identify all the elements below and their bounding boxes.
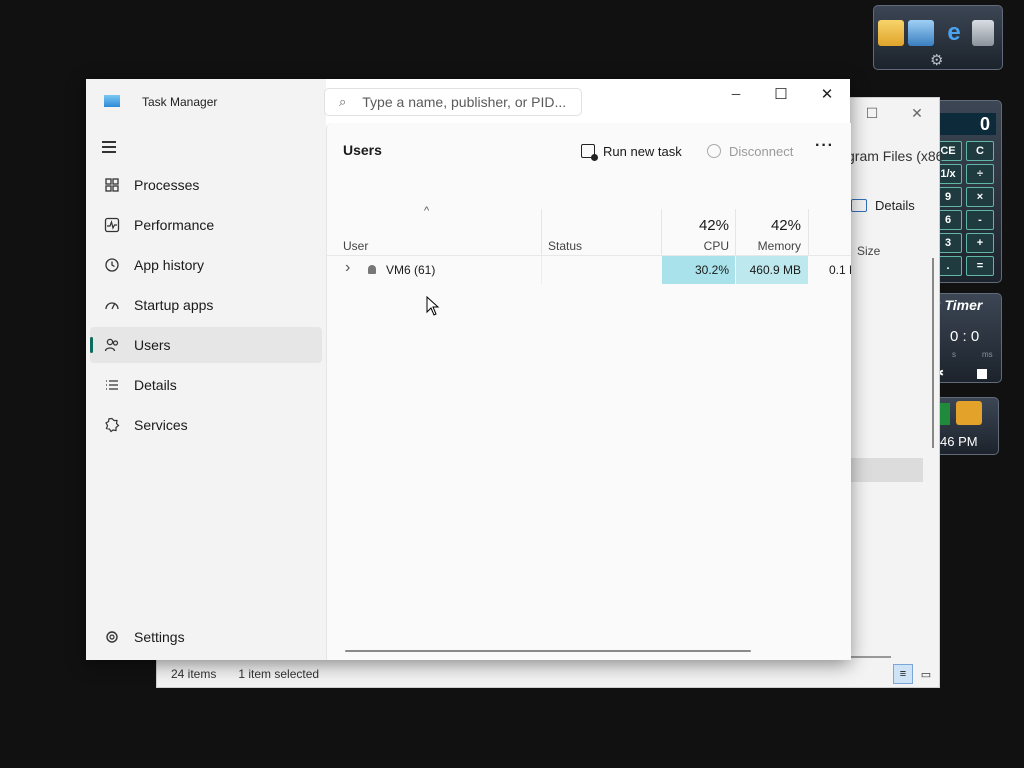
page-title: Users — [343, 142, 382, 158]
recycle-bin-icon[interactable] — [972, 20, 994, 46]
users-panel: Users Run new task Disconnect ··· ^ User… — [326, 123, 851, 660]
disconnect-button[interactable]: Disconnect — [707, 139, 793, 163]
table-row[interactable]: › VM6 (61) 30.2% 460.9 MB 0.1 M — [327, 256, 851, 284]
search-placeholder: Type a name, publisher, or PID... — [362, 94, 567, 110]
explorer-details-label: Details — [875, 198, 915, 213]
calculator-key[interactable]: ÷ — [966, 164, 994, 184]
performance-icon — [100, 217, 124, 233]
sidebar-item-label: Startup apps — [134, 297, 214, 313]
sidebar-item-users[interactable]: Users — [90, 327, 322, 363]
sidebar-item-app-history[interactable]: App history — [90, 247, 322, 283]
sidebar-item-label: Performance — [134, 217, 215, 233]
explorer-vertical-scrollbar[interactable] — [932, 258, 934, 448]
hamburger-icon — [102, 141, 116, 143]
settings-gear-icon — [100, 629, 124, 645]
explorer-close-button[interactable]: ✕ — [894, 98, 940, 128]
desktop-launcher-gadget: e ⚙ — [873, 5, 1003, 70]
disconnect-label: Disconnect — [729, 143, 794, 159]
status-selection: 1 item selected — [238, 667, 320, 681]
run-task-icon — [581, 144, 598, 161]
details-icon — [100, 377, 124, 393]
details-view-button[interactable]: ≡ — [893, 664, 913, 684]
sidebar-item-services[interactable]: Services — [90, 407, 322, 443]
minimize-button[interactable]: ─ — [713, 79, 759, 109]
sidebar-item-label: Users — [134, 337, 171, 353]
search-box[interactable]: ⌕ Type a name, publisher, or PID... — [324, 88, 582, 116]
user-avatar-icon — [368, 265, 376, 274]
mouse-cursor — [426, 295, 440, 321]
sidebar-item-label: App history — [134, 257, 205, 273]
startup-apps-icon — [100, 297, 124, 313]
timer-digits: 0 : 0 — [950, 328, 980, 345]
sidebar-item-startup-apps[interactable]: Startup apps — [90, 287, 322, 323]
internet-explorer-icon[interactable]: e — [941, 20, 967, 46]
gear-icon[interactable]: ⚙ — [930, 51, 943, 69]
users-icon — [100, 337, 124, 353]
explorer-horizontal-scrollbar[interactable] — [851, 656, 891, 658]
sidebar-item-label: Processes — [134, 177, 200, 193]
explorer-details-button[interactable]: Details — [851, 198, 915, 213]
folder-icon[interactable] — [878, 20, 904, 46]
column-headers: ^ User Status 42% CPU 42% Memory — [327, 205, 851, 256]
run-new-task-label: Run new task — [603, 143, 682, 159]
run-new-task-button[interactable]: Run new task — [581, 139, 682, 163]
timer-unit-ms: ms — [982, 350, 993, 359]
column-header-memory[interactable]: Memory — [741, 239, 801, 253]
explorer-selected-row[interactable] — [851, 458, 923, 482]
clock-time: 46 PM — [940, 434, 978, 449]
title-bar[interactable]: Task Manager ⌕ Type a name, publisher, o… — [86, 79, 850, 123]
column-header-cpu[interactable]: CPU — [669, 239, 729, 253]
calculator-key[interactable]: - — [966, 210, 994, 230]
services-icon — [100, 417, 124, 433]
sidebar-item-label: Settings — [134, 629, 185, 645]
cpu-value: 30.2% — [694, 263, 729, 277]
maximize-button[interactable]: ☐ — [758, 79, 804, 109]
hamburger-menu-button[interactable] — [98, 137, 122, 157]
cpu-percent-total: 42% — [698, 217, 729, 234]
key-icon[interactable] — [956, 401, 982, 425]
calculator-key[interactable]: = — [966, 256, 994, 276]
status-item-count: 24 items — [171, 667, 217, 681]
column-header-user[interactable]: User — [343, 239, 368, 253]
column-header-status[interactable]: Status — [548, 239, 582, 253]
explorer-maximize-button[interactable]: ☐ — [849, 98, 895, 128]
sort-indicator-icon: ^ — [424, 205, 430, 217]
explorer-address-path[interactable]: gram Files (x86 — [847, 148, 943, 164]
more-options-button[interactable]: ··· — [815, 137, 834, 155]
timer-stop-button[interactable] — [977, 369, 987, 379]
explorer-status-bar: 24 items 1 item selected — [157, 661, 939, 687]
app-history-icon — [100, 257, 124, 273]
task-manager-logo-icon — [104, 95, 120, 107]
window-title: Task Manager — [142, 95, 218, 109]
sidebar-item-label: Details — [134, 377, 177, 393]
memory-value: 460.9 MB — [749, 263, 801, 277]
horizontal-scrollbar[interactable] — [345, 650, 751, 652]
close-button[interactable]: ✕ — [804, 79, 850, 109]
calculator-key[interactable]: × — [966, 187, 994, 207]
sidebar-item-details[interactable]: Details — [90, 367, 322, 403]
processes-icon — [100, 177, 124, 193]
search-icon: ⌕ — [339, 94, 347, 109]
tiles-view-button[interactable]: ▭ — [916, 664, 936, 684]
sidebar-item-settings[interactable]: Settings — [90, 619, 322, 655]
sidebar-item-label: Services — [134, 417, 188, 433]
memory-percent-total: 42% — [770, 217, 801, 234]
disconnect-icon — [707, 144, 721, 158]
expand-chevron-icon[interactable]: › — [345, 259, 350, 277]
calculator-key[interactable]: C — [966, 141, 994, 161]
disk-value: 0.1 M — [829, 263, 851, 277]
sidebar-item-performance[interactable]: Performance — [90, 207, 322, 243]
task-manager-window: Task Manager ⌕ Type a name, publisher, o… — [86, 79, 851, 660]
calculator-key[interactable]: + — [966, 233, 994, 253]
network-icon[interactable] — [908, 20, 934, 46]
user-name: VM6 (61) — [386, 263, 436, 277]
sidebar-item-processes[interactable]: Processes — [90, 167, 322, 203]
explorer-size-column[interactable]: Size — [857, 244, 880, 258]
timer-unit-seconds: s — [952, 350, 956, 359]
details-pane-icon — [851, 199, 867, 212]
